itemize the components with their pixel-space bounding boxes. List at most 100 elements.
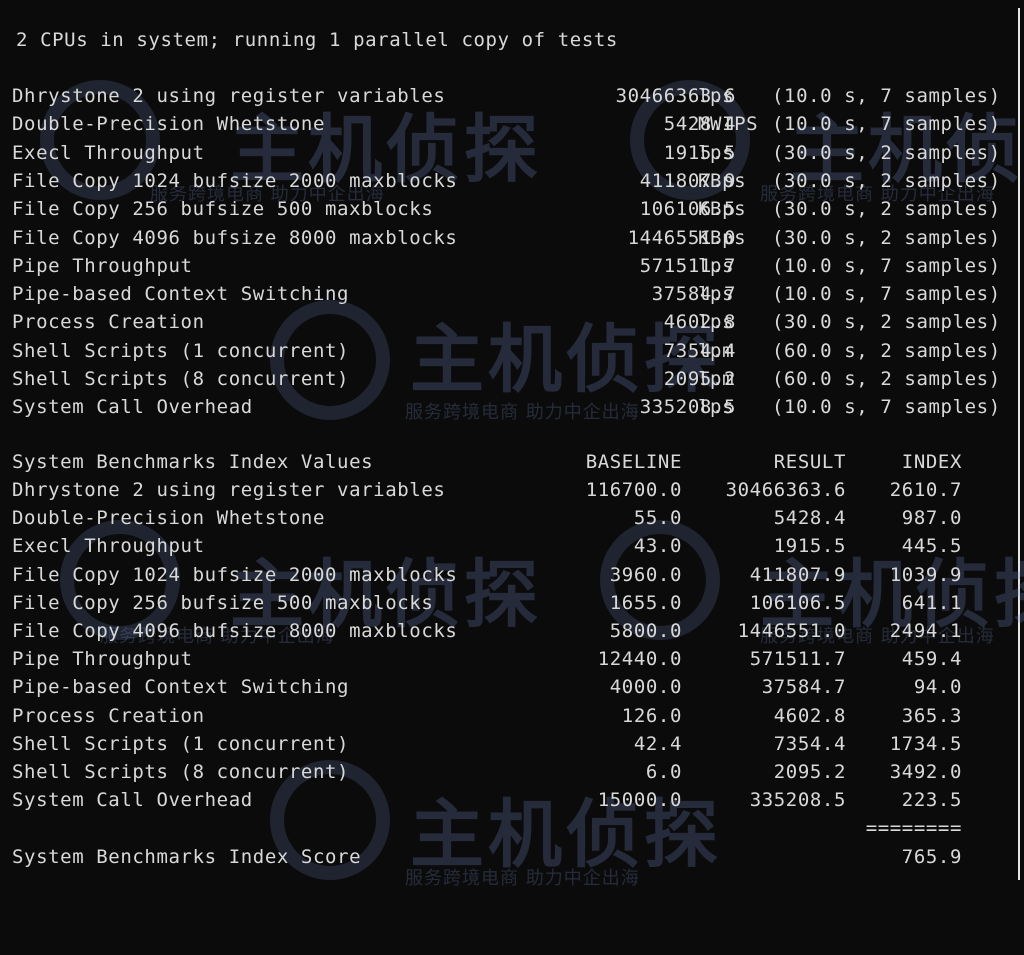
index-result: 1915.5 xyxy=(773,535,846,558)
result-row: System Call Overhead 335208.5 lps (10.0 s, … xyxy=(12,393,1012,421)
test-unit: lps xyxy=(698,254,735,277)
index-result: 411807.9 xyxy=(749,563,846,586)
test-unit: lps xyxy=(698,141,735,164)
test-samples: (60.0 s, 2 samples) xyxy=(772,368,1001,390)
result-row: Shell Scripts (8 concurrent) 2095.2 lpm (60… xyxy=(12,365,1012,393)
index-header: INDEX xyxy=(901,451,962,473)
index-test-name: Shell Scripts (1 concurrent) xyxy=(12,732,350,755)
index-test-name: File Copy 256 bufsize 500 maxblocks xyxy=(12,591,434,614)
result-row: Pipe-based Context Switching 37584.7 lps (1… xyxy=(12,280,1012,308)
index-result: 30466363.6 xyxy=(725,479,846,501)
index-row: Execl Throughput 43.0 1915.5 445.5 xyxy=(12,532,1012,560)
test-unit: lps xyxy=(698,85,735,107)
index-baseline: 6.0 xyxy=(645,761,682,783)
test-name: File Copy 1024 bufsize 2000 maxblocks xyxy=(12,169,458,192)
index-row: Shell Scripts (1 concurrent) 42.4 7354.4 17… xyxy=(12,730,1012,758)
test-samples: (30.0 s, 2 samples) xyxy=(772,198,1001,221)
test-name: File Copy 4096 bufsize 8000 maxblocks xyxy=(12,226,458,249)
index-test-name: File Copy 4096 bufsize 8000 maxblocks xyxy=(12,620,458,642)
index-row: Double-Precision Whetstone 55.0 5428.4 987.… xyxy=(12,504,1012,532)
index-value: 94.0 xyxy=(913,676,962,699)
result-row: Shell Scripts (1 concurrent) 7354.4 lpm (60… xyxy=(12,337,1012,365)
index-separator: ======== xyxy=(865,817,962,839)
index-baseline: 126.0 xyxy=(621,704,682,727)
index-baseline: 1655.0 xyxy=(609,591,682,614)
test-name: Shell Scripts (1 concurrent) xyxy=(12,339,350,362)
index-result: 1446551.0 xyxy=(737,620,846,642)
test-unit: MWIPS xyxy=(698,113,759,136)
index-baseline: 43.0 xyxy=(633,535,682,558)
index-test-name: Process Creation xyxy=(12,704,205,727)
test-name: System Call Overhead xyxy=(12,396,253,419)
test-name: Dhrystone 2 using register variables xyxy=(12,85,446,107)
test-unit: KBps xyxy=(698,226,747,249)
index-value: 641.1 xyxy=(901,591,962,614)
scrollbar-edge xyxy=(1018,8,1020,880)
index-value: 2494.1 xyxy=(889,620,962,642)
index-baseline: 15000.0 xyxy=(597,789,682,812)
test-unit: KBps xyxy=(698,169,747,192)
test-samples: (60.0 s, 2 samples) xyxy=(772,339,1001,362)
index-baseline: 55.0 xyxy=(633,507,682,530)
index-test-name: Double-Precision Whetstone xyxy=(12,507,326,530)
index-baseline: 116700.0 xyxy=(585,479,682,501)
score-value: 765.9 xyxy=(901,846,962,868)
index-value: 459.4 xyxy=(901,648,962,671)
index-test-name: Pipe-based Context Switching xyxy=(12,676,350,699)
baseline-header: BASELINE xyxy=(585,451,682,473)
test-unit: lps xyxy=(698,283,735,306)
index-value: 445.5 xyxy=(901,535,962,558)
index-result: 571511.7 xyxy=(749,648,846,671)
test-samples: (30.0 s, 2 samples) xyxy=(772,226,1001,249)
terminal-window[interactable]: 主机侦探 服务跨境电商 助力中企出海 主机侦探 服务跨境电商 助力中企出海 主机… xyxy=(0,0,1024,889)
test-unit: lps xyxy=(698,396,735,419)
index-value: 223.5 xyxy=(901,789,962,812)
index-test-name: Shell Scripts (8 concurrent) xyxy=(12,761,350,783)
cpu-info-line: 2 CPUs in system; running 1 parallel cop… xyxy=(16,29,618,51)
index-row: Shell Scripts (8 concurrent) 6.0 2095.2 349… xyxy=(12,758,1012,786)
index-header-row: System Benchmarks Index Values BASELINE … xyxy=(12,448,1012,476)
index-row: Dhrystone 2 using register variables 1167… xyxy=(12,476,1012,504)
test-samples: (10.0 s, 7 samples) xyxy=(772,85,1001,107)
separator-row: ======== xyxy=(12,814,1012,842)
index-value: 3492.0 xyxy=(889,761,962,783)
result-row: File Copy 4096 bufsize 8000 maxblocks 144… xyxy=(12,224,1012,252)
index-value: 1734.5 xyxy=(889,732,962,755)
index-title: System Benchmarks Index Values xyxy=(12,451,374,473)
test-name: Execl Throughput xyxy=(12,141,205,164)
index-result: 4602.8 xyxy=(773,704,846,727)
test-samples: (30.0 s, 2 samples) xyxy=(772,311,1001,334)
test-unit: KBps xyxy=(698,198,747,221)
index-value: 1039.9 xyxy=(889,563,962,586)
index-baseline: 12440.0 xyxy=(597,648,682,671)
test-samples: (10.0 s, 7 samples) xyxy=(772,396,1001,419)
index-value: 2610.7 xyxy=(889,479,962,501)
score-label: System Benchmarks Index Score xyxy=(12,846,362,868)
index-row: Pipe-based Context Switching 4000.0 37584.… xyxy=(12,673,1012,701)
result-row: File Copy 256 bufsize 500 maxblocks 10610… xyxy=(12,195,1012,223)
index-test-name: File Copy 1024 bufsize 2000 maxblocks xyxy=(12,563,458,586)
test-unit: lpm xyxy=(698,368,735,390)
index-test-name: System Call Overhead xyxy=(12,789,253,812)
index-value: 987.0 xyxy=(901,507,962,530)
test-unit: lpm xyxy=(698,339,735,362)
index-result: 7354.4 xyxy=(773,732,846,755)
test-samples: (30.0 s, 2 samples) xyxy=(772,141,1001,164)
test-unit: lps xyxy=(698,311,735,334)
index-result: 5428.4 xyxy=(773,507,846,530)
test-name: Pipe Throughput xyxy=(12,254,193,277)
result-row: Execl Throughput 1915.5 lps (30.0 s, 2 samp… xyxy=(12,139,1012,167)
index-baseline: 4000.0 xyxy=(609,676,682,699)
result-row: File Copy 1024 bufsize 2000 maxblocks 411… xyxy=(12,167,1012,195)
test-name: Double-Precision Whetstone xyxy=(12,113,326,136)
test-name: Shell Scripts (8 concurrent) xyxy=(12,368,350,390)
index-row: Process Creation 126.0 4602.8 365.3 xyxy=(12,702,1012,730)
index-row: File Copy 1024 bufsize 2000 maxblocks 396… xyxy=(12,561,1012,589)
index-row: File Copy 4096 bufsize 8000 maxblocks 580… xyxy=(12,617,1012,645)
index-baseline: 5800.0 xyxy=(609,620,682,642)
result-row: Pipe Throughput 571511.7 lps (10.0 s, 7 sam… xyxy=(12,252,1012,280)
test-samples: (10.0 s, 7 samples) xyxy=(772,254,1001,277)
result-row: Double-Precision Whetstone 5428.4 MWIPS (10… xyxy=(12,110,1012,138)
index-result: 37584.7 xyxy=(761,676,846,699)
test-name: File Copy 256 bufsize 500 maxblocks xyxy=(12,198,434,221)
